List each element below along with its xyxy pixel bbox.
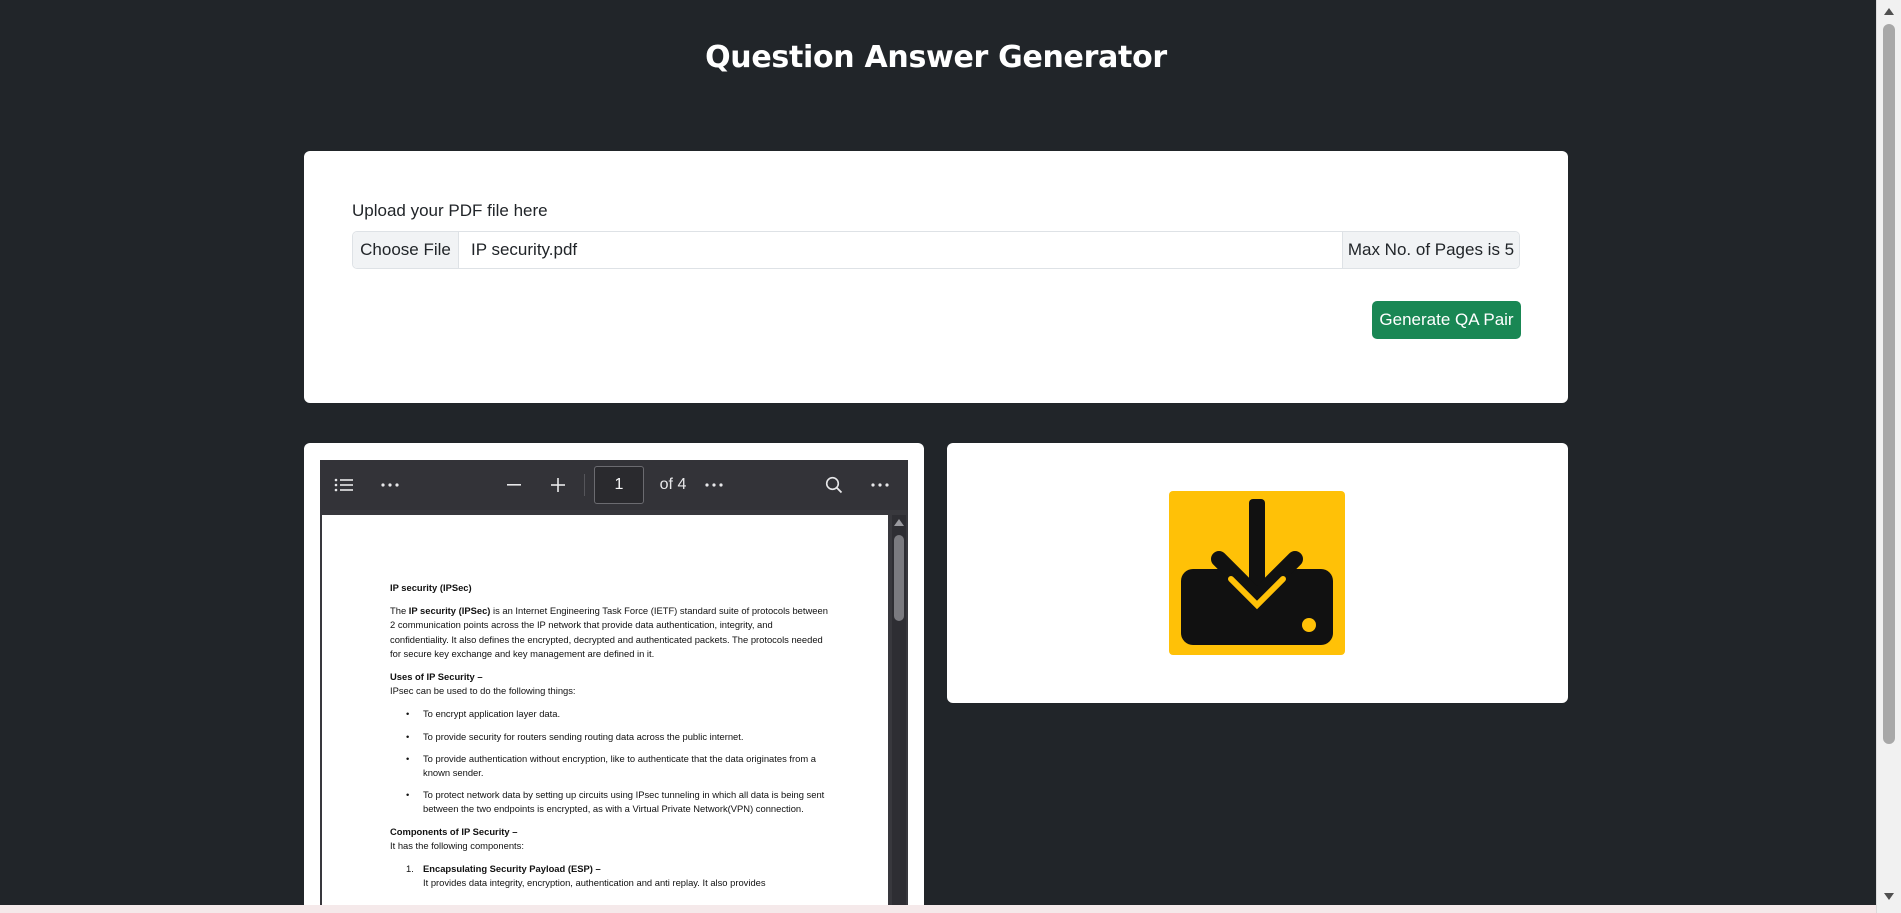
pdf-preview-card: 1 of 4 IP security (IPSec) The IP securi… — [304, 443, 924, 913]
list-item: 1. Encapsulating Security Payload (ESP) … — [406, 863, 766, 889]
file-input-group[interactable]: Choose File IP security.pdf Max No. of P… — [352, 231, 1520, 269]
pdf-scrollbar[interactable] — [892, 515, 906, 913]
doc-uses-list: To encrypt application layer data. To pr… — [390, 707, 830, 816]
pdf-scroll-thumb[interactable] — [894, 535, 904, 621]
toolbar-divider — [584, 474, 585, 496]
page-title: Question Answer Generator — [705, 40, 1167, 75]
list-item: To provide authentication without encryp… — [390, 752, 830, 780]
list-item: To encrypt application layer data. — [390, 707, 830, 721]
doc-uses-intro: IPsec can be used to do the following th… — [390, 685, 576, 697]
scroll-up-icon[interactable] — [1884, 8, 1894, 15]
doc-components-intro: It has the following components: — [390, 839, 524, 851]
more-icon[interactable] — [702, 460, 726, 510]
sidebar-toggle-icon[interactable] — [332, 460, 356, 510]
list-item: To protect network data by setting up ci… — [390, 788, 830, 816]
doc-intro: The IP security (IPSec) is an Internet E… — [390, 605, 828, 659]
doc-heading: IP security (IPSec) — [390, 582, 472, 593]
page-scrollbar[interactable] — [1876, 0, 1901, 913]
scroll-up-icon[interactable] — [894, 519, 904, 526]
page-scroll-thumb[interactable] — [1883, 24, 1895, 744]
download-icon[interactable] — [1169, 491, 1345, 655]
pdf-viewer: 1 of 4 IP security (IPSec) The IP securi… — [320, 460, 908, 913]
upload-card: Upload your PDF file here Choose File IP… — [304, 151, 1568, 403]
pdf-page-content: IP security (IPSec) The IP security (IPS… — [390, 581, 830, 890]
pdf-page: IP security (IPSec) The IP security (IPS… — [322, 515, 888, 913]
page-total: of 4 — [659, 476, 687, 493]
page-number-input[interactable]: 1 — [594, 466, 644, 504]
doc-uses-heading: Uses of IP Security – — [390, 671, 483, 683]
bottom-strip — [0, 905, 1876, 913]
scroll-down-icon[interactable] — [1884, 893, 1894, 900]
upload-label: Upload your PDF file here — [352, 201, 548, 220]
download-card — [947, 443, 1568, 703]
max-pages-note: Max No. of Pages is 5 — [1342, 232, 1519, 268]
list-item: To provide security for routers sending … — [390, 730, 830, 744]
file-name-field[interactable]: IP security.pdf — [459, 232, 1342, 268]
more-icon[interactable] — [378, 460, 402, 510]
choose-file-button[interactable]: Choose File — [353, 232, 459, 268]
doc-components-list: 1. Encapsulating Security Payload (ESP) … — [390, 862, 830, 890]
pdf-toolbar: 1 of 4 — [320, 460, 908, 510]
generate-qa-button[interactable]: Generate QA Pair — [1372, 301, 1521, 339]
more-icon[interactable] — [868, 460, 892, 510]
zoom-in-icon[interactable] — [546, 460, 570, 510]
search-icon[interactable] — [822, 460, 846, 510]
doc-components-heading: Components of IP Security – — [390, 825, 518, 837]
zoom-out-icon[interactable] — [502, 460, 526, 510]
